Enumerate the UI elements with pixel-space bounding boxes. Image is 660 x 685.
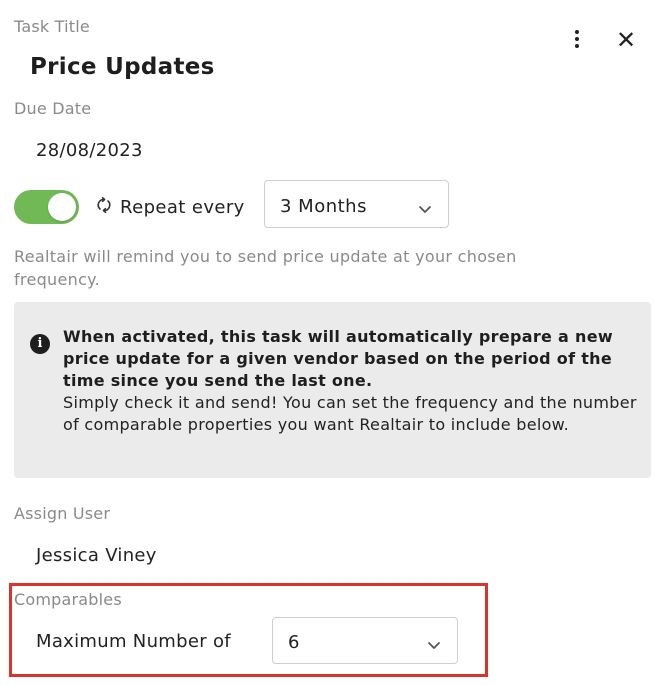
- reminder-help-text: Realtair will remind you to send price u…: [14, 247, 517, 289]
- max-comparables-value: 6: [288, 632, 300, 653]
- comparables-label: Comparables: [14, 590, 122, 609]
- task-panel: Task Title ✕ Price Updates Due Date 28/0…: [0, 0, 660, 685]
- max-comparables-select[interactable]: 6: [272, 617, 458, 664]
- repeat-every-label: Repeat every: [120, 197, 245, 218]
- assigned-user-value[interactable]: Jessica Viney: [36, 545, 157, 566]
- task-title-label: Task Title: [14, 17, 90, 36]
- info-text: When activated, this task will automatic…: [63, 326, 638, 436]
- more-options-icon[interactable]: [566, 28, 588, 50]
- due-date-label: Due Date: [14, 99, 92, 118]
- frequency-value: 3 Months: [280, 196, 367, 217]
- repeat-icon: [95, 196, 113, 214]
- maximum-number-label: Maximum Number of: [36, 631, 231, 652]
- chevron-down-icon: [427, 636, 441, 649]
- info-body-text: Simply check it and send! You can set th…: [63, 393, 637, 434]
- info-box: i When activated, this task will automat…: [14, 302, 651, 478]
- task-title-value[interactable]: Price Updates: [30, 54, 215, 80]
- toggle-knob: [48, 193, 76, 221]
- frequency-select[interactable]: 3 Months: [264, 180, 449, 228]
- close-icon[interactable]: ✕: [612, 26, 640, 54]
- assign-user-label: Assign User: [14, 504, 111, 523]
- due-date-value[interactable]: 28/08/2023: [36, 140, 143, 161]
- info-bold-text: When activated, this task will automatic…: [63, 327, 613, 390]
- chevron-down-icon: [418, 200, 432, 213]
- repeat-toggle[interactable]: [14, 190, 79, 224]
- info-icon: i: [30, 334, 50, 354]
